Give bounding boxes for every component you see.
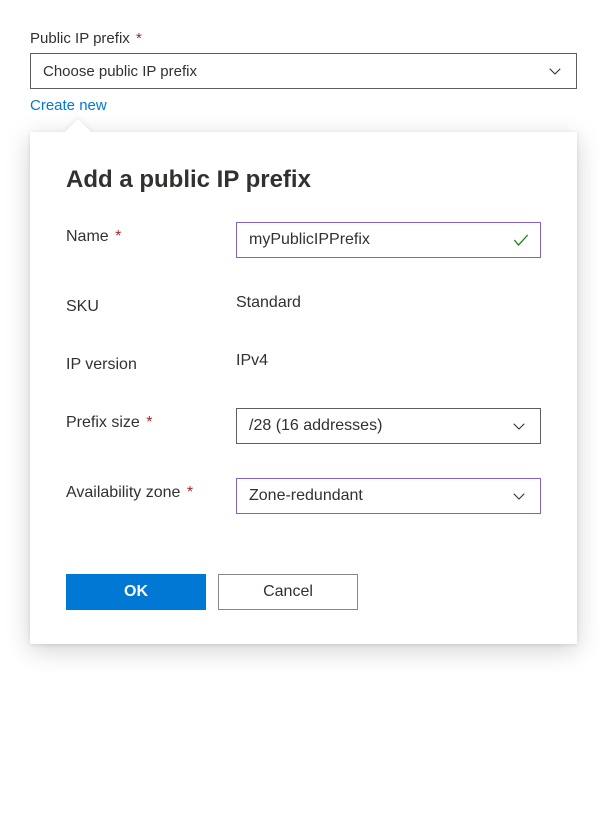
required-asterisk: * xyxy=(115,228,121,245)
sku-value: Standard xyxy=(236,292,541,312)
chevron-down-icon xyxy=(510,417,528,435)
prefix-size-select[interactable]: /28 (16 addresses) xyxy=(236,408,541,444)
public-ip-prefix-dropdown[interactable]: Choose public IP prefix xyxy=(30,53,577,89)
popover-title: Add a public IP prefix xyxy=(66,166,541,194)
required-asterisk: * xyxy=(187,484,193,501)
cancel-button[interactable]: Cancel xyxy=(218,574,358,610)
check-icon xyxy=(511,230,531,250)
prefix-size-label: Prefix size * xyxy=(66,408,236,432)
dropdown-placeholder: Choose public IP prefix xyxy=(43,63,197,80)
name-label: Name * xyxy=(66,222,236,246)
ip-version-label: IP version xyxy=(66,350,236,374)
availability-zone-label: Availability zone * xyxy=(66,478,236,502)
ip-version-value: IPv4 xyxy=(236,350,541,370)
required-asterisk: * xyxy=(146,414,152,431)
name-input[interactable] xyxy=(236,222,541,258)
prefix-size-value: /28 (16 addresses) xyxy=(249,417,382,435)
chevron-down-icon xyxy=(546,62,564,80)
sku-label: SKU xyxy=(66,292,236,316)
required-asterisk: * xyxy=(136,30,142,47)
create-new-link[interactable]: Create new xyxy=(30,97,107,114)
public-ip-prefix-label: Public IP prefix * xyxy=(30,30,577,47)
add-prefix-popover: Add a public IP prefix Name * SKU Standa… xyxy=(30,132,577,644)
ok-button[interactable]: OK xyxy=(66,574,206,610)
availability-zone-select[interactable]: Zone-redundant xyxy=(236,478,541,514)
chevron-down-icon xyxy=(510,487,528,505)
availability-zone-value: Zone-redundant xyxy=(249,487,363,505)
